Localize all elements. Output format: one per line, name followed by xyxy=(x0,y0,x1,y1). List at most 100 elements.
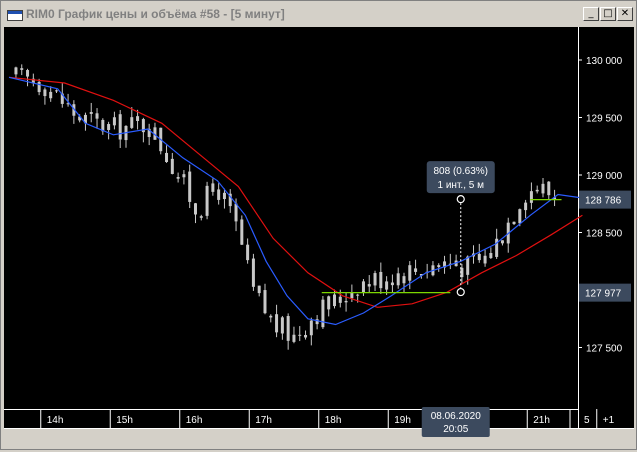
candle-body xyxy=(199,216,203,218)
close-button[interactable]: ✕ xyxy=(617,7,633,21)
candle-body xyxy=(396,273,400,286)
x-tick-label: 17h xyxy=(255,415,272,426)
x-tick-label: 16h xyxy=(186,415,203,426)
candle-body xyxy=(367,284,371,287)
x-tick-label: 14h xyxy=(47,415,64,426)
y-tick-label: 129 000 xyxy=(586,171,623,182)
candle-body xyxy=(512,221,516,225)
chart-window: RIM0 График цены и объёма #58 - [5 минут… xyxy=(0,0,637,450)
chart-canvas[interactable]: 130 000129 500129 000128 500128 000127 5… xyxy=(4,27,634,448)
candle-body xyxy=(112,117,116,126)
candle-body xyxy=(304,334,308,338)
candle-body xyxy=(251,258,255,287)
candle-body xyxy=(529,191,533,203)
candle-body xyxy=(95,113,99,119)
candle-body xyxy=(524,202,528,211)
candle-body xyxy=(298,334,302,336)
candle-body xyxy=(182,174,186,178)
candle-body xyxy=(222,192,226,200)
candle-body xyxy=(390,282,394,286)
candle-body xyxy=(49,91,53,99)
candle-body xyxy=(466,256,470,275)
cursor-date: 08.06.2020 xyxy=(431,411,481,422)
measure-tooltip-value: 808 (0.63%) xyxy=(434,166,488,177)
x-tick-label: 21h xyxy=(533,415,550,426)
candle-body xyxy=(280,317,284,334)
candle-body xyxy=(217,189,221,200)
candle-body xyxy=(89,112,93,114)
candle-body xyxy=(286,316,290,341)
candle-body xyxy=(107,124,111,130)
candle-body xyxy=(275,314,279,333)
candle-body xyxy=(130,117,134,128)
candle-body xyxy=(373,273,377,286)
candle-body xyxy=(547,181,551,196)
title-bar[interactable]: RIM0 График цены и объёма #58 - [5 минут… xyxy=(2,2,635,26)
chart-background xyxy=(4,27,634,447)
candle-body xyxy=(269,315,273,318)
candle-body xyxy=(385,281,389,290)
price-label: 127 977 xyxy=(585,289,622,300)
candle-body xyxy=(477,253,481,261)
price-label: 128 786 xyxy=(585,196,622,207)
x-tick-label: 19h xyxy=(394,415,411,426)
horizontal-scrollbar[interactable] xyxy=(4,429,634,448)
candle-body xyxy=(338,296,342,303)
candle-body xyxy=(20,68,24,70)
candle-body xyxy=(188,171,192,202)
candle-body xyxy=(541,183,545,194)
x-tick-label: 18h xyxy=(325,415,342,426)
window-title: RIM0 График цены и объёма #58 - [5 минут… xyxy=(26,7,285,21)
maximize-button[interactable]: □ xyxy=(600,7,616,21)
y-tick-label: 129 500 xyxy=(586,114,623,125)
candle-body xyxy=(361,281,365,293)
measure-start-point[interactable] xyxy=(456,195,465,204)
candle-body xyxy=(43,89,47,97)
candle-body xyxy=(26,70,30,77)
candle-body xyxy=(309,320,313,336)
cursor-time: 20:05 xyxy=(443,424,468,435)
candle-body xyxy=(257,285,261,294)
measure-tooltip-interval: 1 инт., 5 м xyxy=(438,180,485,191)
candle-body xyxy=(535,189,539,192)
candle-body xyxy=(500,240,504,244)
candle-body xyxy=(437,265,441,267)
candle-body xyxy=(408,265,412,281)
candle-body xyxy=(483,255,487,264)
candle-body xyxy=(193,203,197,215)
candle-body xyxy=(332,294,336,307)
candle-body xyxy=(240,219,244,245)
candle-body xyxy=(246,244,250,261)
candle-body xyxy=(118,114,122,140)
y-tick-label: 128 500 xyxy=(586,229,623,240)
candle-body xyxy=(292,334,296,342)
candle-body xyxy=(54,90,58,92)
candle-body xyxy=(321,299,325,328)
x-tick-label: +1 xyxy=(603,415,615,426)
y-tick-label: 127 500 xyxy=(586,344,623,355)
price-chart[interactable]: 130 000129 500129 000128 500128 000127 5… xyxy=(4,27,634,448)
candle-body xyxy=(170,158,174,174)
candle-body xyxy=(176,177,180,179)
candle-body xyxy=(356,294,360,296)
candle-body xyxy=(211,183,215,192)
candle-body xyxy=(489,253,493,259)
candle-body xyxy=(518,209,522,224)
candle-body xyxy=(344,300,348,303)
y-tick-label: 130 000 xyxy=(586,56,623,67)
candle-body xyxy=(327,296,331,310)
candle-body xyxy=(234,203,238,222)
candle-body xyxy=(165,152,169,163)
candle-body xyxy=(379,271,383,289)
zoom-label: 5 xyxy=(584,415,590,426)
x-tick-label: 15h xyxy=(116,415,133,426)
candle-body xyxy=(263,290,267,314)
candle-body xyxy=(37,81,41,93)
candle-body xyxy=(414,268,418,272)
minimize-button[interactable]: _ xyxy=(583,7,599,21)
measure-end-point[interactable] xyxy=(456,287,465,297)
candle-body xyxy=(14,67,18,75)
candle-body xyxy=(402,276,406,284)
candle-body xyxy=(205,185,209,216)
chart-window-icon xyxy=(7,10,23,21)
